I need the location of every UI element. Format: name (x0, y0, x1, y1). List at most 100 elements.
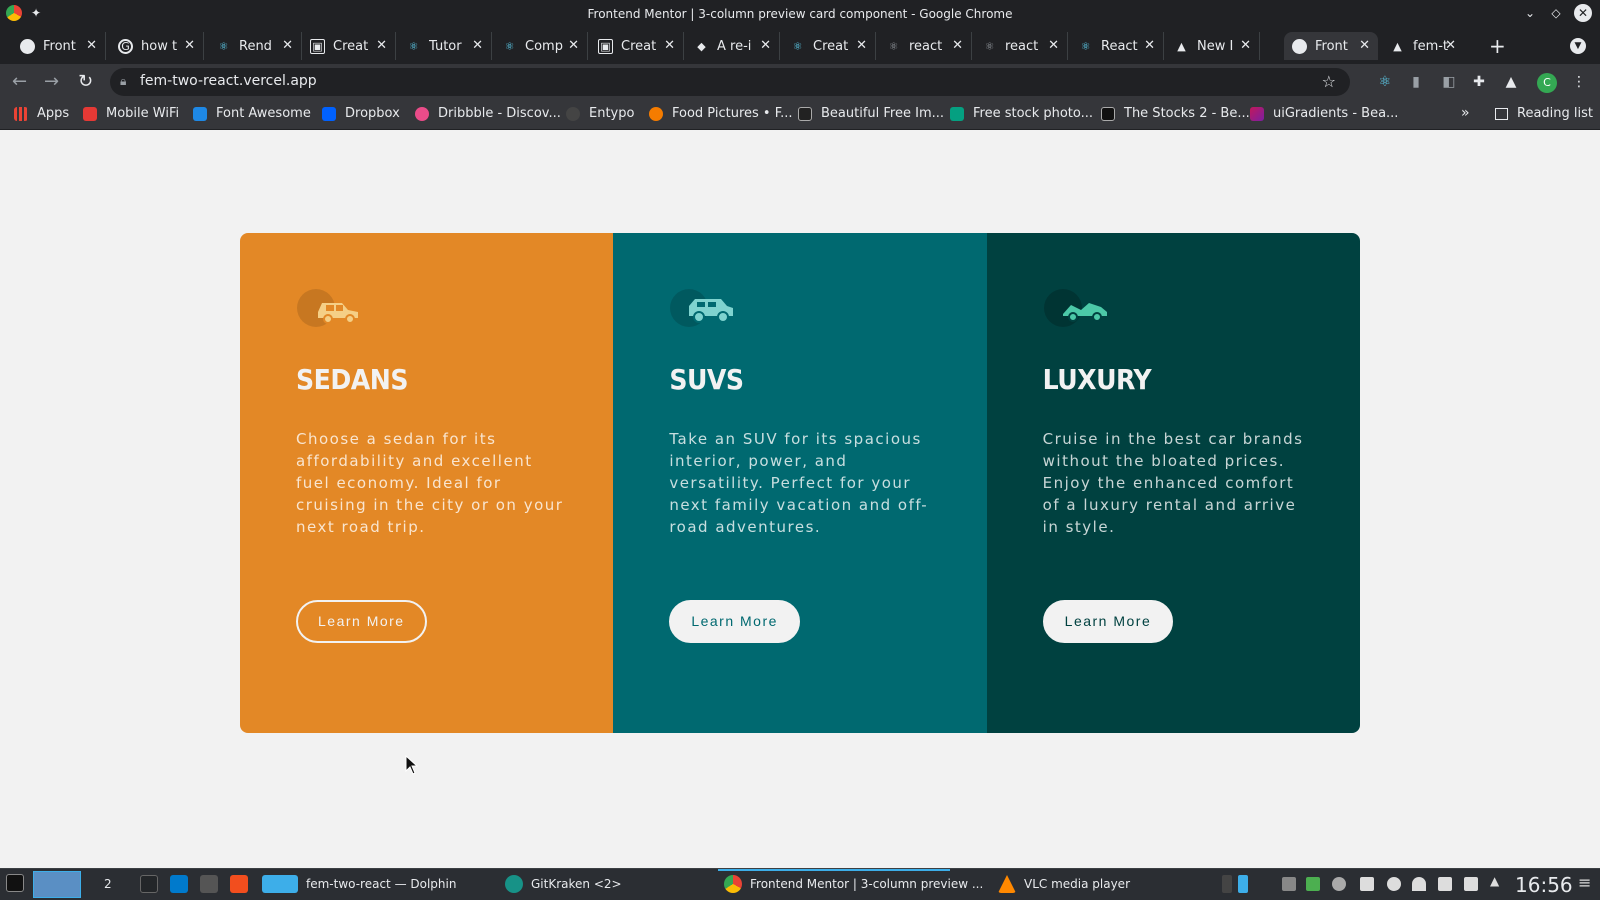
labs-flask-icon[interactable]: ▲ (1502, 73, 1520, 91)
close-icon[interactable]: ✕ (664, 38, 675, 53)
close-icon[interactable]: ✕ (472, 38, 483, 53)
clipboard-icon[interactable] (1438, 877, 1452, 891)
react-icon: ⚛ (984, 39, 995, 53)
task-label: GitKraken <2> (531, 877, 622, 891)
back-arrow-icon[interactable]: ← (12, 71, 27, 92)
menu-icon[interactable]: ≡ (1578, 873, 1592, 892)
close-icon[interactable]: ✕ (1048, 38, 1059, 53)
puzzle-extensions-icon[interactable]: ✚ (1470, 73, 1488, 91)
vercel-icon: ▲ (1177, 39, 1186, 53)
wifi-icon[interactable] (1412, 877, 1426, 891)
close-icon[interactable]: ✕ (568, 38, 579, 53)
close-icon[interactable]: ✕ (376, 38, 387, 53)
volume-icon[interactable] (1464, 877, 1478, 891)
bookmark-apps[interactable]: Apps (14, 106, 69, 121)
bookmark-font-awesome[interactable]: Font Awesome (193, 106, 311, 121)
close-icon[interactable]: ✕ (86, 38, 97, 53)
tab-13-active[interactable]: Front ✕ (1284, 32, 1378, 60)
bookmark-entypo[interactable]: Entypo (566, 106, 634, 121)
tab-6[interactable]: ▣ Creat ✕ (590, 32, 684, 60)
profile-avatar[interactable]: C (1537, 73, 1557, 93)
shield-icon[interactable] (1306, 877, 1320, 891)
close-icon[interactable]: ✕ (856, 38, 867, 53)
magnet-icon[interactable] (1360, 877, 1374, 891)
card-sedans: SEDANS Choose a sedan for its affordabil… (240, 233, 614, 733)
forward-arrow-icon[interactable]: → (44, 71, 59, 92)
maximize-icon[interactable]: ◇ (1548, 5, 1564, 21)
bookmark-uigradients[interactable]: uiGradients - Bea... (1250, 106, 1398, 121)
bookmark-food-pictures[interactable]: Food Pictures • F... (649, 106, 793, 121)
taskbar-clock[interactable]: 16:56 (1515, 873, 1573, 897)
tab-7[interactable]: ◆ A re-i ✕ (686, 32, 780, 60)
close-icon[interactable]: ✕ (1359, 38, 1370, 53)
vscode-glyph-icon (170, 875, 188, 893)
tab-12[interactable]: ▲ New I ✕ (1166, 32, 1260, 60)
task-vlc[interactable]: VLC media player (998, 875, 1130, 893)
close-icon[interactable]: ✕ (282, 38, 293, 53)
bookmark-free-images[interactable]: Beautiful Free Im... (798, 106, 944, 121)
bookmark-label: Font Awesome (216, 106, 311, 121)
reading-list-button[interactable]: Reading list (1495, 106, 1593, 121)
tab-8[interactable]: ⚛ Creat ✕ (782, 32, 876, 60)
reload-icon[interactable]: ↻ (78, 71, 93, 92)
vscode-icon[interactable] (170, 875, 196, 893)
tab-label: react (909, 38, 943, 54)
disabled-extension-icon[interactable]: ◧ (1440, 73, 1458, 91)
memory-widget-icon[interactable] (1238, 875, 1248, 893)
bookmark-star-icon[interactable]: ☆ (1322, 72, 1336, 91)
task-gitkraken[interactable]: GitKraken <2> (505, 875, 622, 893)
card-description: Choose a sedan for its affordability and… (296, 430, 564, 536)
react-devtools-icon[interactable]: ⚛ (1376, 73, 1394, 91)
kebab-menu-icon[interactable]: ⋮ (1570, 73, 1588, 91)
address-bar[interactable]: 🔒︎ fem-two-react.vercel.app ☆ (110, 68, 1350, 96)
extension-icon[interactable]: ▮ (1407, 73, 1425, 91)
close-icon[interactable]: ✕ (1240, 38, 1251, 53)
bulb-icon[interactable] (1387, 877, 1401, 891)
files-icon[interactable] (200, 875, 226, 893)
app-launcher-icon[interactable] (6, 874, 32, 892)
new-tab-plus-icon[interactable]: + (1489, 34, 1506, 58)
status-icon[interactable] (1332, 877, 1346, 891)
minimize-icon[interactable]: ⌄ (1522, 5, 1538, 21)
bookmark-the-stocks[interactable]: The Stocks 2 - Be... (1101, 106, 1250, 121)
display-icon[interactable] (1282, 877, 1296, 891)
tab-11[interactable]: ⚛ React ✕ (1070, 32, 1164, 60)
close-icon[interactable]: ✕ (760, 38, 771, 53)
close-icon[interactable]: ✕ (1144, 38, 1155, 53)
battery-widget-icon[interactable] (1222, 875, 1232, 893)
figma-glyph-icon (230, 875, 248, 893)
tab-9[interactable]: ⚛ react ✕ (878, 32, 972, 60)
tab-label: react (1005, 38, 1039, 54)
bookmark-free-stock-photo[interactable]: Free stock photo... (950, 106, 1093, 121)
tab-10[interactable]: ⚛ react ✕ (974, 32, 1068, 60)
close-window-icon[interactable]: ✕ (1574, 4, 1592, 22)
close-icon[interactable]: ✕ (1445, 38, 1456, 53)
virtual-desktop-2[interactable]: 2 (104, 877, 112, 891)
learn-more-button[interactable]: Learn More (1042, 600, 1174, 643)
close-icon[interactable]: ✕ (184, 38, 195, 53)
bookmark-dribbble[interactable]: Dribbble - Discov... (415, 106, 561, 121)
figma-icon[interactable] (230, 875, 256, 893)
tag-icon: ◆ (697, 39, 706, 53)
tab-14[interactable]: ▲ fem-t ✕ (1382, 32, 1464, 60)
lock-icon[interactable]: 🔒︎ (120, 74, 126, 89)
learn-more-button[interactable]: Learn More (296, 600, 427, 643)
virtual-desktop-1[interactable] (33, 871, 81, 898)
task-chrome[interactable]: Frontend Mentor | 3-column preview ... (724, 875, 983, 893)
tab-3[interactable]: ▣ Creat ✕ (302, 32, 396, 60)
tab-0[interactable]: Front ✕ (12, 32, 106, 60)
tab-1[interactable]: Ghow t ✕ (110, 32, 204, 60)
close-icon[interactable]: ✕ (952, 38, 963, 53)
bookmark-dropbox[interactable]: Dropbox (322, 106, 400, 121)
url-text[interactable]: fem-two-react.vercel.app (140, 73, 317, 89)
tab-4[interactable]: ⚛ Tutor ✕ (398, 32, 492, 60)
tray-expand-icon[interactable]: ▲ (1490, 874, 1504, 888)
tab-5[interactable]: ⚛ Comp ✕ (494, 32, 588, 60)
more-bookmarks-chevron-icon[interactable]: » (1461, 105, 1470, 121)
tab-search-chevron-icon[interactable]: ▼ (1570, 38, 1586, 54)
terminal-icon[interactable] (140, 875, 166, 893)
tab-2[interactable]: ⚛ Rend ✕ (208, 32, 302, 60)
task-dolphin[interactable]: fem-two-react — Dolphin (262, 875, 456, 893)
learn-more-button[interactable]: Learn More (669, 600, 800, 643)
bookmark-mobile-wifi[interactable]: Mobile WiFi (83, 106, 179, 121)
